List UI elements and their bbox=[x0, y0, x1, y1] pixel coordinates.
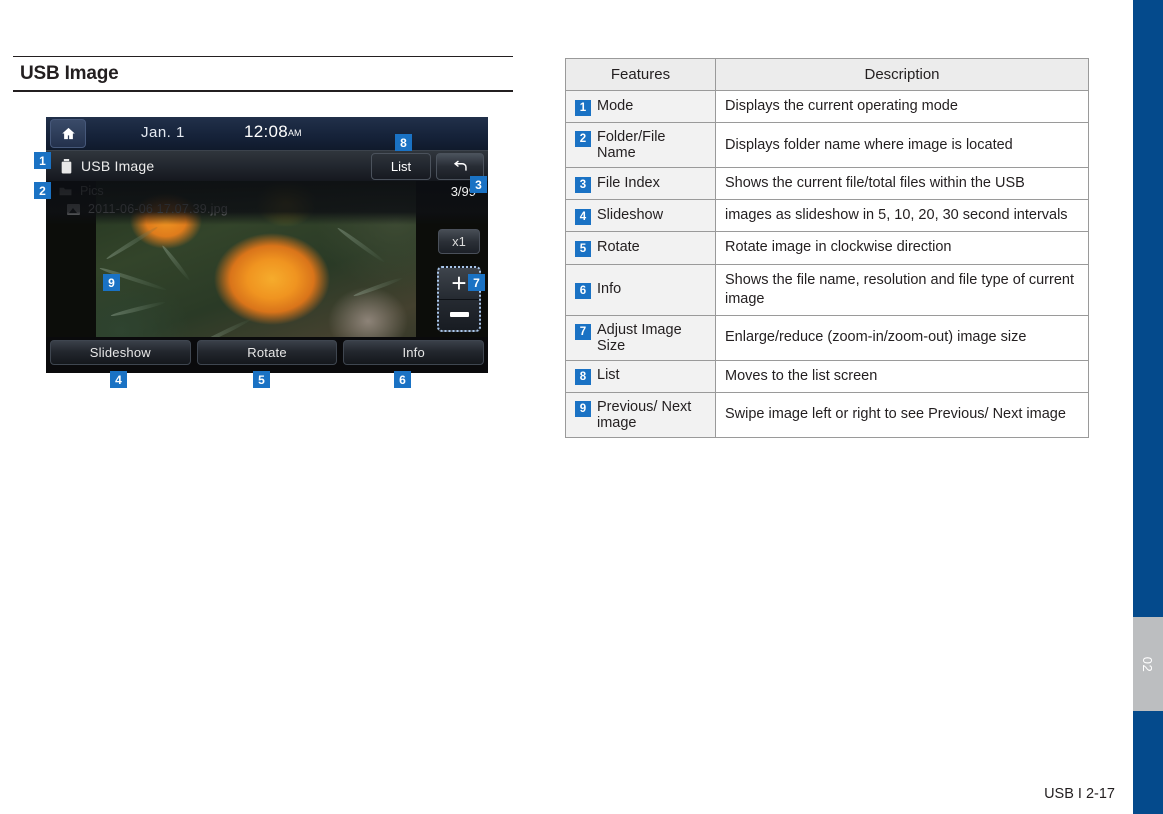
manual-page: 02 USB Image Jan. 1 12:08AM USB Image Li… bbox=[0, 0, 1163, 814]
usb-drive-icon bbox=[59, 158, 73, 174]
table-row: 5 Rotate Rotate image in clockwise direc… bbox=[565, 231, 1089, 265]
callout-badge-5: 5 bbox=[253, 371, 270, 388]
table-cell-description: Swipe image left or right to see Previou… bbox=[715, 391, 1089, 438]
table-cell-description: Shows the file name, resolution and file… bbox=[715, 263, 1089, 316]
device-mode-bar: USB Image List bbox=[46, 150, 488, 181]
device-screenshot-figure: Jan. 1 12:08AM USB Image List 3/99 x1 + … bbox=[46, 117, 488, 373]
row-feature-label: Adjust Image Size bbox=[597, 321, 682, 354]
row-feature-label: Previous/ Next image bbox=[597, 398, 692, 431]
callout-badge-2: 2 bbox=[34, 182, 51, 199]
row-badge: 5 bbox=[575, 240, 591, 257]
home-icon bbox=[61, 127, 75, 140]
device-screen: Jan. 1 12:08AM USB Image List 3/99 x1 + … bbox=[46, 117, 488, 373]
table-header-description: Description bbox=[715, 58, 1089, 91]
row-feature-label: Mode bbox=[597, 97, 634, 114]
chapter-tab-label: 02 bbox=[1140, 656, 1156, 672]
table-cell-feature: 8 List bbox=[565, 359, 716, 393]
status-time-value: 12:08 bbox=[244, 122, 289, 141]
callout-badge-7: 7 bbox=[468, 274, 485, 291]
table-cell-feature: 1 Mode bbox=[565, 89, 716, 124]
callout-badge-1: 1 bbox=[34, 152, 51, 169]
table-row: 1 Mode Displays the current operating mo… bbox=[565, 89, 1089, 124]
table-cell-description: Moves to the list screen bbox=[715, 359, 1089, 393]
device-status-bar: Jan. 1 12:08AM bbox=[46, 117, 488, 150]
table-cell-feature: 9 Previous/ Next image bbox=[565, 391, 716, 438]
list-button[interactable]: List bbox=[371, 153, 431, 180]
row-badge: 4 bbox=[575, 208, 591, 225]
table-cell-description: Displays folder name where image is loca… bbox=[715, 122, 1089, 169]
table-header-features: Features bbox=[565, 58, 716, 91]
table-cell-feature: 3 File Index bbox=[565, 167, 716, 201]
minus-icon bbox=[449, 312, 469, 318]
table-cell-feature: 7 Adjust Image Size bbox=[565, 314, 716, 361]
zoom-out-button[interactable] bbox=[439, 300, 479, 331]
table-cell-description: Rotate image in clockwise direction bbox=[715, 231, 1089, 265]
rotate-button[interactable]: Rotate bbox=[196, 339, 338, 365]
table-cell-feature: 5 Rotate bbox=[565, 231, 716, 265]
row-feature-label: Info bbox=[597, 280, 622, 297]
back-arrow-icon bbox=[453, 160, 467, 171]
title-block: USB Image bbox=[13, 56, 513, 92]
table-header-row: Features Description bbox=[565, 58, 1089, 91]
row-badge: 2 bbox=[575, 131, 591, 148]
status-ampm: AM bbox=[288, 128, 302, 138]
table-row: 6 Info Shows the file name, resolution a… bbox=[565, 263, 1089, 316]
title-rule-bottom bbox=[13, 90, 513, 92]
row-badge: 9 bbox=[575, 400, 591, 417]
info-button[interactable]: Info bbox=[343, 339, 485, 365]
row-badge: 8 bbox=[575, 369, 591, 386]
table-row: 4 Slideshow images as slideshow in 5, 10… bbox=[565, 199, 1089, 233]
row-feature-label: Rotate bbox=[597, 238, 640, 255]
page-title: USB Image bbox=[20, 63, 119, 84]
plus-icon: + bbox=[451, 268, 467, 299]
callout-badge-3: 3 bbox=[470, 176, 487, 193]
row-badge: 6 bbox=[575, 282, 591, 299]
slideshow-button[interactable]: Slideshow bbox=[50, 339, 191, 365]
table-cell-feature: 4 Slideshow bbox=[565, 199, 716, 233]
row-badge: 7 bbox=[575, 323, 591, 340]
row-feature-label: File Index bbox=[597, 174, 660, 191]
row-feature-label: Slideshow bbox=[597, 206, 664, 223]
status-time: 12:08AM bbox=[244, 122, 302, 142]
zoom-level-indicator: x1 bbox=[438, 229, 480, 254]
callout-badge-4: 4 bbox=[110, 371, 127, 388]
features-table: Features Description 1 Mode Displays the… bbox=[565, 58, 1089, 438]
row-feature-label: List bbox=[597, 367, 620, 384]
device-soft-button-row: Slideshow Rotate Info bbox=[46, 337, 488, 373]
table-row: 7 Adjust Image Size Enlarge/reduce (zoom… bbox=[565, 314, 1089, 361]
table-cell-description: Enlarge/reduce (zoom-in/zoom-out) image … bbox=[715, 314, 1089, 361]
callout-badge-9: 9 bbox=[103, 274, 120, 291]
table-row: 3 File Index Shows the current file/tota… bbox=[565, 167, 1089, 201]
status-date: Jan. 1 bbox=[141, 124, 185, 141]
table-row: 8 List Moves to the list screen bbox=[565, 359, 1089, 393]
row-badge: 3 bbox=[575, 176, 591, 193]
table-cell-description: images as slideshow in 5, 10, 20, 30 sec… bbox=[715, 199, 1089, 233]
table-row: 9 Previous/ Next image Swipe image left … bbox=[565, 391, 1089, 438]
mode-label: USB Image bbox=[81, 158, 155, 174]
table-cell-description: Displays the current operating mode bbox=[715, 89, 1089, 124]
row-feature-label: Folder/File Name bbox=[597, 129, 666, 162]
table-cell-feature: 6 Info bbox=[565, 263, 716, 316]
table-cell-feature: 2 Folder/File Name bbox=[565, 122, 716, 169]
row-badge: 1 bbox=[575, 99, 591, 116]
table-cell-description: Shows the current file/total files withi… bbox=[715, 167, 1089, 201]
callout-badge-6: 6 bbox=[394, 371, 411, 388]
table-row: 2 Folder/File Name Displays folder name … bbox=[565, 122, 1089, 169]
file-info-overlay bbox=[46, 181, 488, 225]
callout-badge-8: 8 bbox=[395, 134, 412, 151]
chapter-tab: 02 bbox=[1133, 617, 1163, 711]
home-button[interactable] bbox=[50, 119, 86, 148]
page-footer: USB I 2-17 bbox=[1044, 786, 1115, 802]
